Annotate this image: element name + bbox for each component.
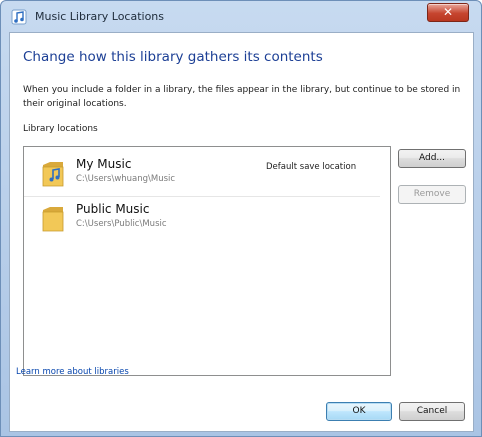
list-item-public-music[interactable]: Public Music C:\Users\Public\Music: [24, 197, 380, 241]
add-button[interactable]: Add...: [398, 149, 466, 168]
location-name: Public Music: [76, 202, 150, 216]
description-text: When you include a folder in a library, …: [23, 85, 461, 109]
folder-icon: [42, 207, 64, 232]
library-locations-label: Library locations: [23, 124, 98, 134]
music-folder-icon: [42, 162, 64, 187]
library-locations-list[interactable]: My Music C:\Users\whuang\Music Default s…: [23, 146, 391, 376]
music-note-icon: [11, 9, 27, 25]
location-name: My Music: [76, 157, 132, 171]
dialog-content: Change how this library gathers its cont…: [9, 32, 474, 432]
close-icon: ✕: [442, 5, 454, 19]
window-title: Music Library Locations: [35, 10, 165, 23]
learn-more-link[interactable]: Learn more about libraries: [16, 367, 129, 377]
dialog-window: Music Library Locations ✕ Change how thi…: [0, 0, 482, 437]
list-item-my-music[interactable]: My Music C:\Users\whuang\Music Default s…: [24, 152, 380, 197]
title-bar[interactable]: Music Library Locations ✕: [1, 1, 481, 33]
remove-button[interactable]: Remove: [398, 185, 466, 204]
location-path: C:\Users\Public\Music: [76, 219, 167, 229]
page-title: Change how this library gathers its cont…: [23, 49, 323, 65]
cancel-button[interactable]: Cancel: [399, 402, 465, 421]
location-path: C:\Users\whuang\Music: [76, 174, 176, 184]
default-save-location-label: Default save location: [266, 162, 357, 172]
ok-button[interactable]: OK: [326, 402, 392, 421]
close-button[interactable]: ✕: [427, 3, 469, 22]
